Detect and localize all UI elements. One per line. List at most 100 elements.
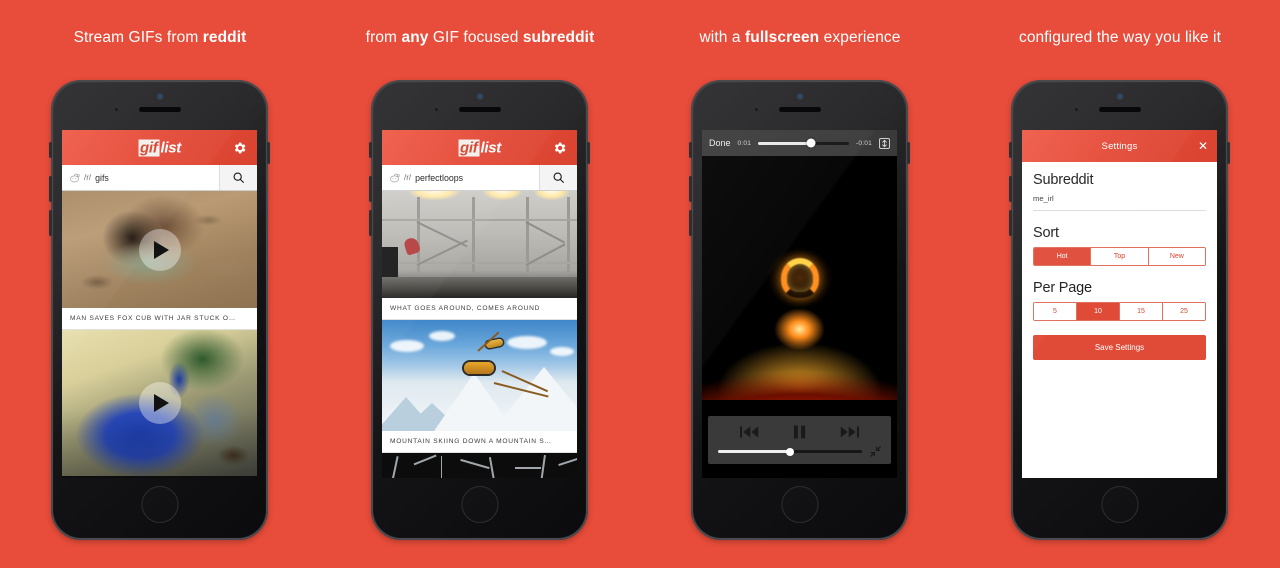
- pause-icon[interactable]: [793, 424, 806, 440]
- volume-up-button[interactable]: [689, 176, 692, 202]
- transport-controls: [718, 423, 881, 441]
- elapsed-time: 0:01: [737, 139, 752, 147]
- search-submit-button[interactable]: [539, 165, 577, 190]
- video-canvas[interactable]: [702, 156, 897, 400]
- gear-icon[interactable]: [232, 140, 247, 155]
- power-button[interactable]: [1227, 142, 1230, 164]
- settings-body: Subreddit me_irl Sort Hot Top New Per Pa…: [1022, 162, 1217, 478]
- per-page-option-5[interactable]: 5: [1034, 303, 1077, 320]
- gif-list[interactable]: WHAT GOES AROUND, COMES AROUND MOUNTAIN …: [382, 191, 577, 478]
- app-logo: gif list: [458, 139, 501, 156]
- per-page-option-25[interactable]: 25: [1163, 303, 1205, 320]
- subreddit-field[interactable]: me_irl: [1033, 194, 1206, 211]
- list-item[interactable]: WHAT GOES AROUND, COMES AROUND: [382, 191, 577, 320]
- volume-down-button[interactable]: [689, 210, 692, 236]
- front-camera: [1117, 94, 1122, 99]
- gif-thumbnail[interactable]: [382, 191, 577, 298]
- sort-segmented-control[interactable]: Hot Top New: [1033, 247, 1206, 266]
- search-submit-button[interactable]: [219, 165, 257, 190]
- front-camera: [797, 94, 802, 99]
- volume-up-button[interactable]: [49, 176, 52, 202]
- per-page-option-15[interactable]: 15: [1120, 303, 1163, 320]
- settings-header: Settings ✕: [1022, 130, 1217, 162]
- volume-down-button[interactable]: [49, 210, 52, 236]
- search-input[interactable]: /r/ perfectloops: [382, 165, 539, 190]
- app-header: gif list: [62, 130, 257, 165]
- volume-up-button[interactable]: [1009, 176, 1012, 202]
- earpiece-speaker: [458, 107, 501, 112]
- power-button[interactable]: [267, 142, 270, 164]
- volume-slider[interactable]: [718, 447, 862, 456]
- silent-switch[interactable]: [369, 142, 372, 158]
- earpiece-speaker: [1098, 107, 1141, 112]
- home-button[interactable]: [141, 486, 178, 523]
- home-button[interactable]: [461, 486, 498, 523]
- play-button[interactable]: [138, 228, 181, 271]
- scrubber-handle[interactable]: [806, 138, 816, 148]
- gif-thumbnail[interactable]: [382, 320, 577, 431]
- phone-4-screen: Settings ✕ Subreddit me_irl Sort Hot Top…: [1022, 130, 1217, 478]
- gif-list[interactable]: MAN SAVES FOX CUB WITH JAR STUCK O…: [62, 191, 257, 478]
- silent-switch[interactable]: [49, 142, 52, 158]
- search-prefix: /r/: [84, 173, 92, 182]
- sort-option-hot[interactable]: Hot: [1034, 248, 1092, 265]
- caption-3-text: with a fullscreen experience: [699, 29, 901, 46]
- gif-thumbnail[interactable]: [62, 191, 257, 308]
- app-header: gif list: [382, 130, 577, 165]
- subreddit-search-bar[interactable]: /r/ gifs: [62, 165, 257, 191]
- power-button[interactable]: [587, 142, 590, 164]
- gear-icon[interactable]: [552, 140, 567, 155]
- play-button[interactable]: [138, 382, 181, 424]
- shrink-icon[interactable]: [870, 446, 881, 457]
- phone-3-screen: Done 0:01 -0:01: [702, 130, 897, 478]
- silent-switch[interactable]: [1009, 142, 1012, 158]
- home-button[interactable]: [781, 486, 818, 523]
- per-page-option-10[interactable]: 10: [1077, 303, 1120, 320]
- done-button[interactable]: Done: [709, 138, 731, 148]
- front-camera: [477, 94, 482, 99]
- list-item[interactable]: [62, 330, 257, 476]
- next-track-icon[interactable]: [840, 424, 859, 440]
- caption-2: from any GIF focused subreddit: [320, 29, 640, 47]
- subreddit-search-bar[interactable]: /r/ perfectloops: [382, 165, 577, 191]
- search-value[interactable]: gifs: [95, 173, 109, 183]
- list-item[interactable]: MAN SAVES FOX CUB WITH JAR STUCK O…: [62, 191, 257, 330]
- list-item[interactable]: MOUNTAIN SKIING DOWN A MOUNTAIN S…: [382, 320, 577, 453]
- search-input[interactable]: /r/ gifs: [62, 165, 219, 190]
- proximity-sensor: [1075, 108, 1078, 111]
- caption-2-bold-any: any: [401, 29, 429, 46]
- sort-option-top[interactable]: Top: [1091, 248, 1149, 265]
- settings-title: Settings: [1101, 140, 1138, 152]
- save-settings-button[interactable]: Save Settings: [1033, 335, 1206, 360]
- phone-mockup-1: gif list /r/ gifs MAN SAVES FOX CUB WITH…: [49, 80, 270, 540]
- search-value[interactable]: perfectloops: [415, 173, 463, 183]
- phone-mockup-4: Settings ✕ Subreddit me_irl Sort Hot Top…: [1009, 80, 1230, 540]
- proximity-sensor: [755, 108, 758, 111]
- logo-gif-text: gif: [458, 139, 480, 156]
- phone-mockup-2: gif list /r/ perfectloops WHAT GOES AROU…: [369, 80, 590, 540]
- volume-down-button[interactable]: [369, 210, 372, 236]
- power-button[interactable]: [907, 142, 910, 164]
- home-button[interactable]: [1101, 486, 1138, 523]
- earpiece-speaker: [778, 107, 821, 112]
- proximity-sensor: [435, 108, 438, 111]
- volume-up-button[interactable]: [369, 176, 372, 202]
- volume-row: [718, 446, 881, 457]
- per-page-segmented-control[interactable]: 5 10 15 25: [1033, 302, 1206, 321]
- scrubber-slider[interactable]: [758, 138, 849, 148]
- caption-4: configured the way you like it: [960, 29, 1280, 47]
- volume-down-button[interactable]: [1009, 210, 1012, 236]
- aspect-fit-icon[interactable]: [879, 137, 890, 149]
- close-icon[interactable]: ✕: [1198, 140, 1208, 152]
- phone-2-screen: gif list /r/ perfectloops WHAT GOES AROU…: [382, 130, 577, 478]
- logo-list-text: list: [160, 139, 181, 156]
- volume-handle[interactable]: [786, 447, 794, 456]
- gif-thumbnail[interactable]: [62, 330, 257, 476]
- sort-option-new[interactable]: New: [1148, 248, 1205, 265]
- video-frame-solar-flare: [702, 156, 897, 400]
- gif-thumbnail-partial[interactable]: [382, 453, 577, 478]
- silent-switch[interactable]: [689, 142, 692, 158]
- previous-track-icon[interactable]: [740, 424, 759, 440]
- front-camera: [157, 94, 162, 99]
- reddit-alien-icon: [389, 172, 400, 183]
